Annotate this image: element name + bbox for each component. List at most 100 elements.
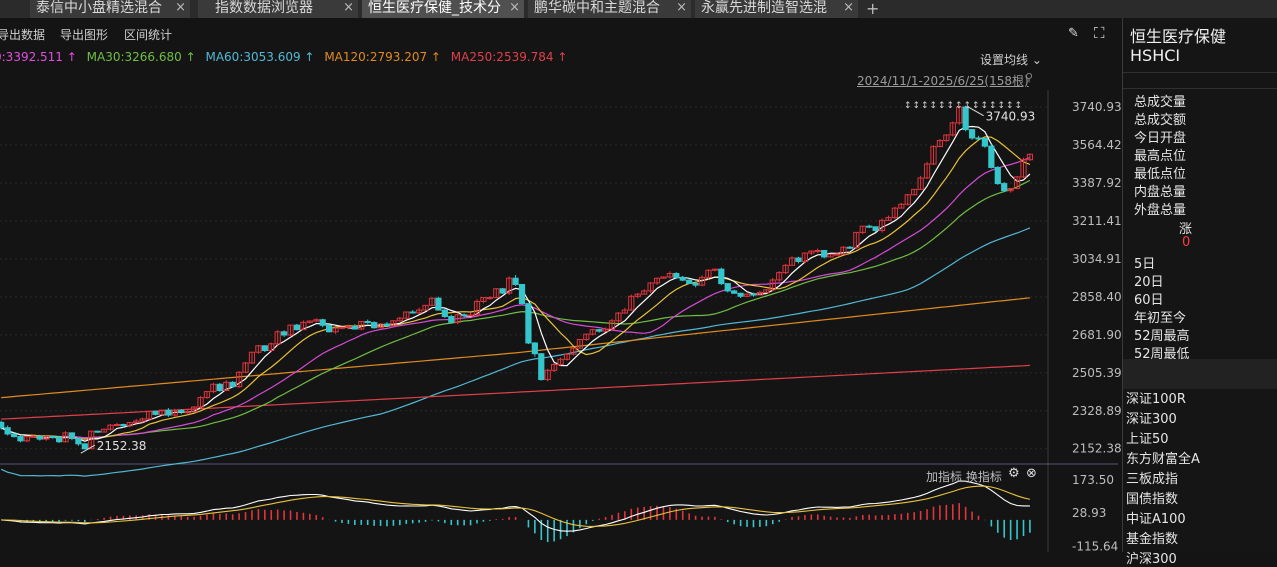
candle-down bbox=[872, 226, 879, 231]
candle-down bbox=[731, 290, 738, 294]
tab-close-icon[interactable]: × bbox=[343, 0, 354, 16]
y-tick-label: 2681.90 bbox=[1072, 328, 1122, 342]
index-list-item[interactable]: 深证100R bbox=[1126, 388, 1186, 407]
index-list-item[interactable]: 沪深300 bbox=[1126, 548, 1177, 567]
pin-icon[interactable]: ⚲ bbox=[1025, 71, 1033, 84]
candle-down bbox=[686, 279, 693, 284]
ma-legend-ma250: MA250:2539.784 ↑ bbox=[450, 50, 568, 64]
y-tick-label: 3740.93 bbox=[1072, 100, 1122, 114]
signal-marker: ↕ bbox=[955, 101, 963, 111]
candle-up bbox=[184, 411, 191, 414]
y-tick-label: 3564.42 bbox=[1072, 138, 1122, 152]
candles bbox=[0, 105, 1034, 450]
field-total-amount: 总成交额 bbox=[1134, 113, 1187, 128]
candle-down bbox=[36, 435, 43, 440]
pen-icon[interactable]: ✎ bbox=[1068, 26, 1079, 41]
candle-down bbox=[441, 309, 448, 318]
index-list-item[interactable]: 上证50 bbox=[1126, 428, 1169, 447]
tab-label: 泰信中小盘精选混合 bbox=[36, 0, 162, 16]
period-5d: 5日 bbox=[1134, 257, 1156, 272]
y-tick-label: 3387.92 bbox=[1072, 176, 1122, 190]
signal-marker: ↕ bbox=[981, 101, 989, 111]
index-list-item[interactable]: 基金指数 bbox=[1126, 528, 1178, 547]
tab-close-icon[interactable]: × bbox=[175, 0, 186, 16]
signal-marker: ↕ bbox=[930, 101, 938, 111]
tab-label: 鹏华碳中和主题混合 bbox=[534, 0, 660, 16]
period-60d: 60日 bbox=[1134, 293, 1164, 308]
candle-down bbox=[512, 277, 519, 285]
candle-up bbox=[338, 326, 346, 329]
candle-up bbox=[467, 314, 474, 317]
tab-bar: 泰信中小盘精选混合 × 指数数据浏览器 × 恒生医疗保健_技术分 × 鹏华碳中和… bbox=[0, 0, 1277, 18]
signal-marker: ↕ bbox=[964, 101, 972, 111]
signal-marker: ↕ bbox=[947, 101, 955, 111]
tab-index-browser[interactable]: 指数数据浏览器 × bbox=[198, 0, 358, 18]
candle-up bbox=[486, 297, 493, 300]
close-indicator-icon[interactable]: ⊗ bbox=[1026, 466, 1037, 481]
candle-down bbox=[49, 436, 56, 439]
period-ytd: 年初至今 bbox=[1134, 311, 1187, 326]
candle-down bbox=[499, 288, 506, 294]
field-total-volume: 总成交量 bbox=[1134, 95, 1187, 110]
ma-legend-ma: 0:3392.511 ↑ bbox=[0, 50, 77, 64]
tab-close-icon[interactable]: × bbox=[843, 0, 854, 16]
candle-down bbox=[4, 427, 11, 435]
index-name: 恒生医疗保健 bbox=[1130, 27, 1227, 46]
tab-penghua-fund[interactable]: 鹏华碳中和主题混合 × bbox=[528, 0, 691, 18]
tab-close-icon[interactable]: × bbox=[509, 0, 520, 16]
signal-marker: ↕ bbox=[989, 101, 997, 111]
range-stats-button[interactable]: 区间统计 bbox=[124, 26, 172, 43]
tab-close-icon[interactable]: × bbox=[676, 0, 687, 16]
candle-down bbox=[364, 320, 371, 324]
y-tick-label: 2858.40 bbox=[1072, 290, 1122, 304]
tab-yongying-fund[interactable]: 永赢先进制造智选混 × bbox=[695, 0, 858, 18]
candle-down bbox=[216, 383, 223, 392]
ma-legend-ma120: MA120:2793.207 ↑ bbox=[324, 50, 441, 64]
max-label: 3740.93 bbox=[986, 110, 1036, 124]
candle-down bbox=[448, 316, 455, 323]
expand-icon[interactable]: ⛶ bbox=[1094, 24, 1105, 42]
index-list-item[interactable]: 三板成指 bbox=[1126, 468, 1178, 487]
candle-down bbox=[596, 329, 603, 332]
candle-down bbox=[409, 311, 416, 314]
candle-down bbox=[326, 324, 333, 333]
candle-down bbox=[975, 137, 982, 140]
gear-icon[interactable]: ⚙ bbox=[1008, 466, 1020, 481]
candle-down bbox=[371, 322, 378, 329]
candle-up bbox=[345, 325, 352, 328]
candle-down bbox=[319, 319, 326, 326]
signal-marker: ↕ bbox=[921, 101, 929, 111]
y-tick-label: 2505.39 bbox=[1072, 366, 1122, 380]
candle-down bbox=[795, 257, 802, 262]
candle-down bbox=[994, 166, 1001, 185]
candle-down bbox=[94, 430, 101, 433]
index-list-item[interactable]: 中证A100 bbox=[1126, 508, 1186, 527]
candle-down bbox=[866, 225, 873, 228]
tab-taixin-fund[interactable]: 泰信中小盘精选混合 × bbox=[30, 0, 190, 18]
candle-up bbox=[113, 424, 121, 427]
signal-marker: ↕ bbox=[913, 101, 921, 111]
signal-marker: ↕ bbox=[938, 101, 946, 111]
signal-marker: ↕ bbox=[972, 101, 980, 111]
candle-down bbox=[229, 381, 236, 388]
candle-down bbox=[988, 145, 995, 168]
index-list-item[interactable]: 国债指数 bbox=[1126, 488, 1178, 507]
tab-hang-seng-healthcare[interactable]: 恒生医疗保健_技术分 × bbox=[362, 0, 524, 18]
ma-settings-dropdown[interactable]: 设置均线 ⌄ bbox=[980, 51, 1042, 68]
export-chart-button[interactable]: 导出图形 bbox=[60, 26, 108, 43]
signal-marker: ↕ bbox=[998, 101, 1006, 111]
quote-side-panel: 恒生医疗保健 HSHCI 总成交量 总成交额 今日开盘 最高点位 最低点位 内盘… bbox=[1122, 18, 1277, 567]
candle-down bbox=[152, 410, 159, 415]
candle-down bbox=[351, 325, 358, 330]
index-list-item[interactable]: 深证300 bbox=[1126, 408, 1177, 427]
tab-label: 指数数据浏览器 bbox=[215, 0, 313, 16]
index-list-item[interactable]: 东方财富全A bbox=[1126, 448, 1200, 467]
indicator-controls[interactable]: 加指标 换指标 bbox=[926, 468, 1002, 485]
candle-down bbox=[281, 331, 288, 336]
export-data-button[interactable]: 导出数据 bbox=[0, 26, 45, 43]
date-range-label[interactable]: 2024/11/1-2025/6/25(158根) bbox=[857, 72, 1029, 89]
candle-up bbox=[833, 253, 841, 256]
add-tab-button[interactable]: + bbox=[866, 0, 879, 18]
candle-down bbox=[178, 409, 185, 413]
tab-label: 永赢先进制造智选混 bbox=[701, 0, 827, 16]
